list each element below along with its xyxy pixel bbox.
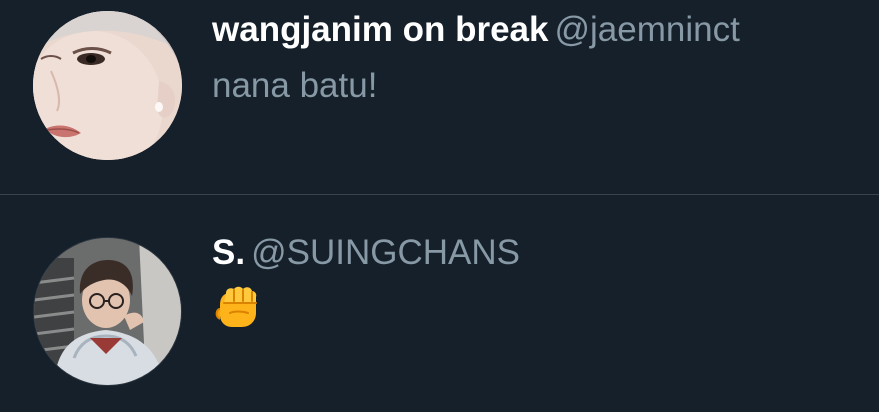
avatar[interactable] (33, 11, 182, 160)
tweet-header: S. @SUINGCHANS (212, 231, 859, 275)
tweet-text: nana batu! (212, 66, 378, 105)
display-name[interactable]: wangjanim on break (212, 10, 548, 49)
display-name[interactable]: S. (212, 233, 245, 272)
user-handle[interactable]: @jaemninct (554, 10, 739, 49)
user-handle[interactable]: @SUINGCHANS (251, 233, 520, 272)
tweet-content: S. @SUINGCHANS (212, 231, 859, 331)
tweet-header: wangjanim on break @jaemninct (212, 8, 859, 52)
tweet[interactable]: S. @SUINGCHANS (0, 195, 879, 412)
tweet[interactable]: wangjanim on break @jaemninct nana batu! (0, 0, 879, 194)
reply-feed: wangjanim on break@jaemninct nana batu! (0, 0, 879, 412)
avatar[interactable] (34, 238, 181, 385)
tweet-content: wangjanim on break @jaemninct nana batu! (212, 8, 859, 110)
fist-icon (215, 286, 257, 327)
avatar-face-image (33, 11, 182, 160)
oncoming-fist-emoji (212, 283, 260, 331)
avatar-person-image (34, 238, 181, 385)
